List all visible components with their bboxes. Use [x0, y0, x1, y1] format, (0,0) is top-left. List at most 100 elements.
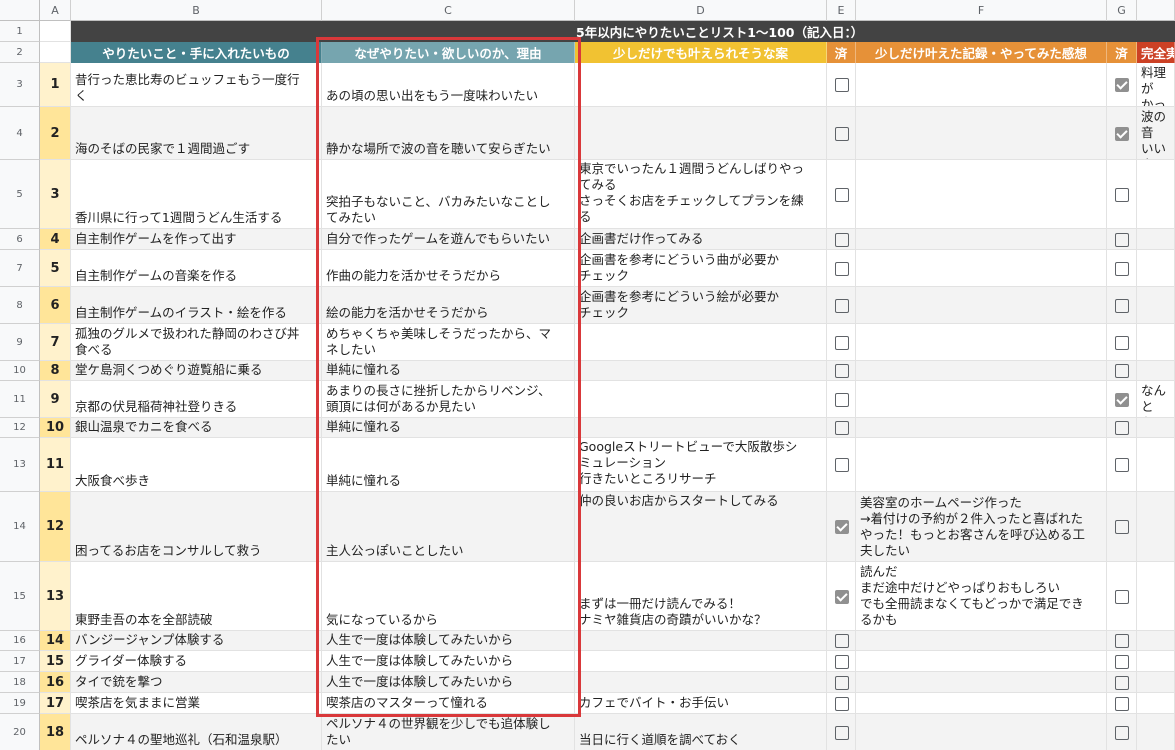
done-checkbox-1[interactable]: [835, 726, 849, 740]
cell-a1[interactable]: [40, 21, 71, 42]
wish-cell[interactable]: タイで銃を撃つ: [71, 672, 322, 693]
done-checkbox-1[interactable]: [835, 634, 849, 648]
idea-cell[interactable]: [575, 672, 827, 693]
done-checkbox-1[interactable]: [835, 697, 849, 711]
reason-cell[interactable]: 気になっているから: [322, 562, 575, 631]
done-checkbox-2[interactable]: [1115, 634, 1129, 648]
wish-cell[interactable]: 自主制作ゲームを作って出す: [71, 229, 322, 250]
done-checkbox-1[interactable]: [835, 364, 849, 378]
wish-cell[interactable]: 自主制作ゲームのイラスト・絵を作る: [71, 287, 322, 324]
complete-cell[interactable]: [1137, 160, 1175, 229]
done-checkbox-2[interactable]: [1115, 458, 1129, 472]
reason-cell[interactable]: 単純に憧れる: [322, 361, 575, 381]
record-cell[interactable]: [856, 651, 1107, 672]
idea-cell[interactable]: [575, 63, 827, 107]
done-checkbox-2[interactable]: [1115, 590, 1129, 604]
done-checkbox-2[interactable]: [1115, 393, 1129, 407]
record-cell[interactable]: [856, 250, 1107, 287]
record-cell[interactable]: [856, 107, 1107, 160]
row-header[interactable]: 7: [0, 250, 40, 287]
done-checkbox-2[interactable]: [1115, 262, 1129, 276]
done-checkbox-2[interactable]: [1115, 299, 1129, 313]
wish-cell[interactable]: 東野圭吾の本を全部読破: [71, 562, 322, 631]
wish-cell[interactable]: 堂ケ島洞くつめぐり遊覧船に乗る: [71, 361, 322, 381]
done-checkbox-1[interactable]: [835, 421, 849, 435]
idea-cell[interactable]: 仲の良いお店からスタートしてみる: [575, 492, 827, 562]
wish-cell[interactable]: 自主制作ゲームの音楽を作る: [71, 250, 322, 287]
idea-cell[interactable]: まずは一冊だけ読んでみる！ ナミヤ雑貨店の奇蹟がいいかな？: [575, 562, 827, 631]
column-header-h[interactable]: [1137, 0, 1175, 21]
wish-cell[interactable]: 大阪食べ歩き: [71, 438, 322, 492]
complete-cell[interactable]: [1137, 250, 1175, 287]
done-checkbox-2[interactable]: [1115, 726, 1129, 740]
done-checkbox-1[interactable]: [835, 78, 849, 92]
reason-cell[interactable]: あまりの長さに挫折したからリベンジ、 頭頂には何があるか見たい: [322, 381, 575, 418]
column-header-d[interactable]: D: [575, 0, 827, 21]
idea-cell[interactable]: [575, 418, 827, 438]
wish-cell[interactable]: グライダー体験する: [71, 651, 322, 672]
record-cell[interactable]: [856, 361, 1107, 381]
reason-cell[interactable]: めちゃくちゃ美味しそうだったから、マ ネしたい: [322, 324, 575, 361]
record-cell[interactable]: [856, 418, 1107, 438]
row-header[interactable]: 5: [0, 160, 40, 229]
done-checkbox-2[interactable]: [1115, 336, 1129, 350]
reason-cell[interactable]: ペルソナ４の世界観を少しでも追体験し たい: [322, 714, 575, 750]
wish-cell[interactable]: 孤独のグルメで扱われた静岡のわさび丼 食べる: [71, 324, 322, 361]
complete-cell[interactable]: [1137, 562, 1175, 631]
record-cell[interactable]: [856, 693, 1107, 714]
wish-cell[interactable]: バンジージャンプ体験する: [71, 631, 322, 651]
wish-cell[interactable]: ペルソナ４の聖地巡礼（石和温泉駅）: [71, 714, 322, 750]
done-checkbox-1[interactable]: [835, 520, 849, 534]
record-cell[interactable]: [856, 381, 1107, 418]
record-cell[interactable]: [856, 287, 1107, 324]
complete-cell[interactable]: 波の音 いい人 らった: [1137, 107, 1175, 160]
wish-cell[interactable]: 困ってるお店をコンサルして救う: [71, 492, 322, 562]
wish-cell[interactable]: 香川県に行って1週間うどん生活する: [71, 160, 322, 229]
reason-cell[interactable]: 絵の能力を活かせそうだから: [322, 287, 575, 324]
done-checkbox-2[interactable]: [1115, 676, 1129, 690]
complete-cell[interactable]: [1137, 672, 1175, 693]
column-header-b[interactable]: B: [71, 0, 322, 21]
row-header[interactable]: 16: [0, 631, 40, 651]
row-header[interactable]: 4: [0, 107, 40, 160]
idea-cell[interactable]: [575, 651, 827, 672]
idea-cell[interactable]: [575, 107, 827, 160]
complete-cell[interactable]: [1137, 492, 1175, 562]
done-checkbox-1[interactable]: [835, 299, 849, 313]
idea-cell[interactable]: [575, 361, 827, 381]
wish-cell[interactable]: 昔行った恵比寿のビュッフェもう一度行 く: [71, 63, 322, 107]
complete-cell[interactable]: [1137, 229, 1175, 250]
complete-cell[interactable]: [1137, 287, 1175, 324]
column-header-e[interactable]: E: [827, 0, 856, 21]
reason-cell[interactable]: あの頃の思い出をもう一度味わいたい: [322, 63, 575, 107]
done-checkbox-1[interactable]: [835, 127, 849, 141]
done-checkbox-1[interactable]: [835, 590, 849, 604]
row-header[interactable]: 15: [0, 562, 40, 631]
idea-cell[interactable]: カフェでバイト・お手伝い: [575, 693, 827, 714]
column-header-f[interactable]: F: [856, 0, 1107, 21]
idea-cell[interactable]: 当日に行く道順を調べておく: [575, 714, 827, 750]
complete-cell[interactable]: [1137, 361, 1175, 381]
wish-cell[interactable]: 京都の伏見稲荷神社登りきる: [71, 381, 322, 418]
wish-cell[interactable]: 喫茶店を気ままに営業: [71, 693, 322, 714]
reason-cell[interactable]: 喫茶店のマスターって憧れる: [322, 693, 575, 714]
done-checkbox-1[interactable]: [835, 262, 849, 276]
row-header[interactable]: 9: [0, 324, 40, 361]
reason-cell[interactable]: 単純に憧れる: [322, 418, 575, 438]
reason-cell[interactable]: 突拍子もないこと、バカみたいなことし てみたい: [322, 160, 575, 229]
done-checkbox-2[interactable]: [1115, 655, 1129, 669]
idea-cell[interactable]: Googleストリートビューで大阪散歩シ ミュレーション 行きたいところリサーチ: [575, 438, 827, 492]
idea-cell[interactable]: 企画書だけ作ってみる: [575, 229, 827, 250]
complete-cell[interactable]: [1137, 714, 1175, 750]
done-checkbox-1[interactable]: [835, 676, 849, 690]
done-checkbox-2[interactable]: [1115, 78, 1129, 92]
idea-cell[interactable]: [575, 631, 827, 651]
done-checkbox-2[interactable]: [1115, 188, 1129, 202]
record-cell[interactable]: 美容室のホームページ作った →着付けの予約が２件入ったと喜ばれた やった！もっと…: [856, 492, 1107, 562]
reason-cell[interactable]: 作曲の能力を活かせそうだから: [322, 250, 575, 287]
done-checkbox-1[interactable]: [835, 336, 849, 350]
reason-cell[interactable]: 人生で一度は体験してみたいから: [322, 651, 575, 672]
record-cell[interactable]: [856, 438, 1107, 492]
record-cell[interactable]: [856, 160, 1107, 229]
idea-cell[interactable]: [575, 381, 827, 418]
